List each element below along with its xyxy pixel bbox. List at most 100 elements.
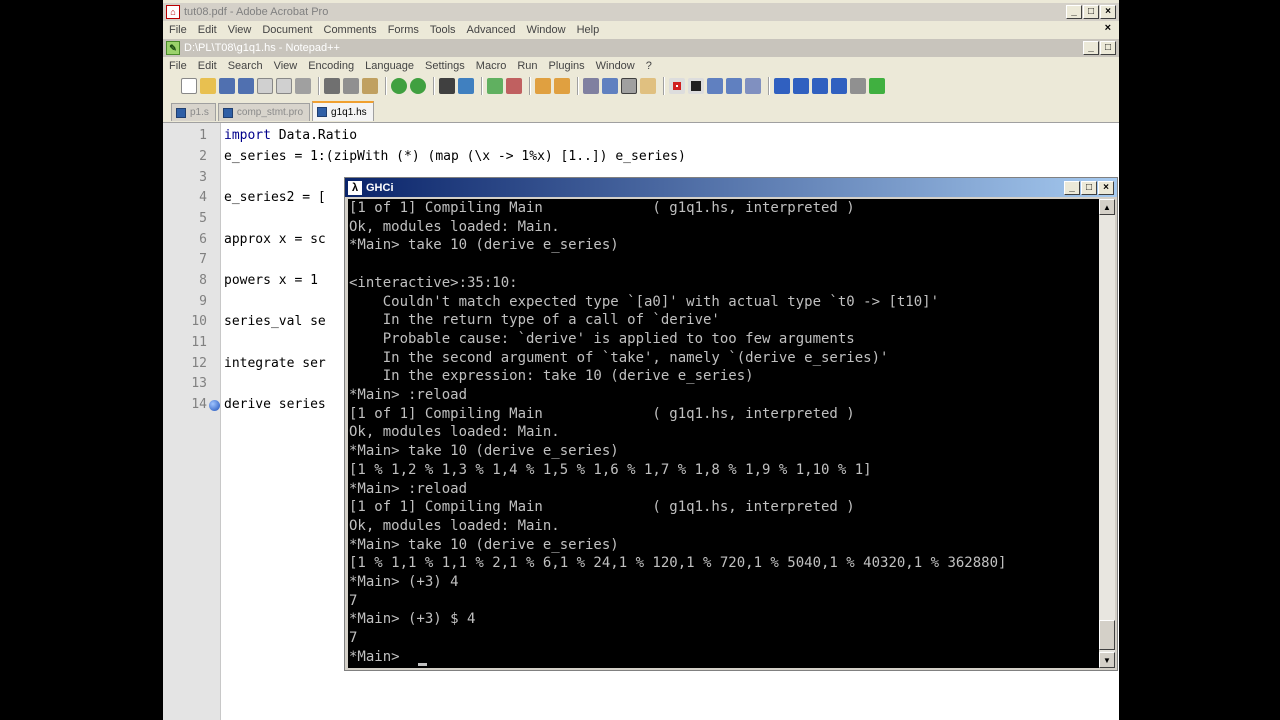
run-macro-multiple-icon[interactable]	[726, 78, 742, 94]
acrobat-menu-document[interactable]: Document	[262, 24, 312, 36]
notepadpp-maximize-button[interactable]: □	[1100, 41, 1116, 55]
acrobat-menu-advanced[interactable]: Advanced	[467, 24, 516, 36]
acrobat-menu-window[interactable]: Window	[526, 24, 565, 36]
undo-icon[interactable]	[391, 78, 407, 94]
code-line: derive series	[224, 397, 326, 412]
console-line: In the return type of a call of `derive'	[349, 312, 720, 329]
paste-icon[interactable]	[362, 78, 378, 94]
scrollbar-thumb[interactable]	[1099, 620, 1115, 650]
plugin-doc-icon[interactable]	[850, 78, 866, 94]
ghci-close-button[interactable]: ×	[1098, 180, 1114, 195]
npp-menu-run[interactable]: Run	[517, 60, 537, 72]
plugin-down-icon[interactable]	[812, 78, 828, 94]
indent-guide-icon[interactable]	[621, 78, 637, 94]
find-icon[interactable]	[439, 78, 455, 94]
line-number: 8	[199, 273, 207, 288]
sync-vertical-icon[interactable]	[535, 78, 551, 94]
ghci-titlebar: λ GHCi _ □ ×	[345, 178, 1117, 197]
acrobat-menu-view[interactable]: View	[228, 24, 252, 36]
scroll-up-icon[interactable]: ▲	[1099, 199, 1115, 215]
tab-label: p1.s	[190, 107, 209, 118]
console-line: Ok, modules loaded: Main.	[349, 218, 560, 235]
ghci-vertical-scrollbar[interactable]: ▲ ▼	[1099, 199, 1115, 668]
acrobat-minimize-button[interactable]: _	[1066, 5, 1082, 19]
tab-comp-stmt-pro[interactable]: comp_stmt.pro	[217, 103, 311, 121]
save-icon[interactable]	[219, 78, 235, 94]
print-icon[interactable]	[295, 78, 311, 94]
saved-file-icon	[176, 107, 186, 118]
npp-menu-language[interactable]: Language	[365, 60, 414, 72]
plugin-sort-icon[interactable]	[774, 78, 790, 94]
ghci-maximize-button[interactable]: □	[1081, 180, 1097, 195]
npp-menu-settings[interactable]: Settings	[425, 60, 465, 72]
spellcheck-icon[interactable]	[869, 78, 885, 94]
plugin-compare-icon[interactable]	[831, 78, 847, 94]
zoom-out-icon[interactable]	[506, 78, 522, 94]
console-line: *Main> :reload	[349, 480, 468, 497]
acrobat-menu-tools[interactable]: Tools	[430, 24, 456, 36]
ghci-minimize-button[interactable]: _	[1064, 180, 1080, 195]
acrobat-menu-help[interactable]: Help	[577, 24, 600, 36]
console-line: Ok, modules loaded: Main.	[349, 517, 560, 534]
notepadpp-minimize-button[interactable]: _	[1083, 41, 1099, 55]
acrobat-menu-file[interactable]: File	[169, 24, 187, 36]
console-line: *Main> take 10 (derive e_series)	[349, 443, 619, 460]
sync-horizontal-icon[interactable]	[554, 78, 570, 94]
acrobat-close-button[interactable]: ×	[1100, 5, 1116, 19]
save-all-icon[interactable]	[238, 78, 254, 94]
npp-menu-help[interactable]: ?	[646, 60, 652, 72]
npp-menu-window[interactable]: Window	[596, 60, 635, 72]
redo-icon[interactable]	[410, 78, 426, 94]
record-macro-icon[interactable]	[669, 78, 685, 94]
console-line: [1 of 1] Compiling Main ( g1q1.hs, inter…	[349, 499, 855, 516]
npp-menu-edit[interactable]: Edit	[198, 60, 217, 72]
npp-menu-encoding[interactable]: Encoding	[308, 60, 354, 72]
new-file-icon[interactable]	[181, 78, 197, 94]
console-line: *Main> (+3) $ 4	[349, 611, 476, 628]
close-all-icon[interactable]	[276, 78, 292, 94]
acrobat-menu-edit[interactable]: Edit	[198, 24, 217, 36]
scroll-down-icon[interactable]: ▼	[1099, 652, 1115, 668]
copy-icon[interactable]	[343, 78, 359, 94]
plugin-up-icon[interactable]	[793, 78, 809, 94]
stop-macro-icon[interactable]	[688, 78, 704, 94]
acrobat-menu-comments[interactable]: Comments	[324, 24, 377, 36]
acrobat-menu-forms[interactable]: Forms	[388, 24, 419, 36]
acrobat-document-close-icon[interactable]: ×	[1105, 22, 1111, 34]
save-macro-icon[interactable]	[745, 78, 761, 94]
console-line: [1 % 1,1 % 1,1 % 2,1 % 6,1 % 24,1 % 120,…	[349, 555, 1007, 572]
npp-menu-plugins[interactable]: Plugins	[549, 60, 585, 72]
npp-menu-search[interactable]: Search	[228, 60, 263, 72]
word-wrap-icon[interactable]	[583, 78, 599, 94]
zoom-in-icon[interactable]	[487, 78, 503, 94]
npp-menu-view[interactable]: View	[274, 60, 298, 72]
tab-g1q1-hs[interactable]: g1q1.hs	[312, 101, 374, 121]
code-line: approx x = sc	[224, 232, 326, 247]
npp-menu-macro[interactable]: Macro	[476, 60, 507, 72]
pdf-icon: ⌂	[166, 5, 180, 19]
bookmark-icon[interactable]	[209, 400, 220, 411]
console-line: *Main> :reload	[349, 387, 468, 403]
saved-file-icon	[317, 107, 328, 117]
acrobat-maximize-button[interactable]: □	[1083, 5, 1099, 19]
close-file-icon[interactable]	[257, 78, 273, 94]
user-lang-icon[interactable]	[640, 78, 656, 94]
tab-p1-s[interactable]: p1.s	[171, 103, 216, 121]
acrobat-menubar: File Edit View Document Comments Forms T…	[163, 21, 1119, 38]
npp-menu-file[interactable]: File	[169, 60, 187, 72]
play-macro-icon[interactable]	[707, 78, 723, 94]
open-file-icon[interactable]	[200, 78, 216, 94]
console-line: 7	[349, 592, 358, 609]
notepadpp-menubar: File Edit Search View Encoding Language …	[163, 57, 1119, 74]
cut-icon[interactable]	[324, 78, 340, 94]
console-line: Couldn't match expected type `[a0]' with…	[349, 293, 940, 310]
line-number: 11	[191, 335, 207, 350]
line-number: 12	[191, 356, 207, 371]
replace-icon[interactable]	[458, 78, 474, 94]
toolbar-separator	[529, 77, 531, 95]
show-all-chars-icon[interactable]	[602, 78, 618, 94]
ghci-console-output[interactable]: [1 of 1] Compiling Main ( g1q1.hs, inter…	[348, 199, 1102, 668]
console-line: 7	[349, 630, 358, 647]
code-line: powers x = 1	[224, 273, 318, 288]
console-line: In the second argument of `take', namely…	[349, 349, 889, 366]
